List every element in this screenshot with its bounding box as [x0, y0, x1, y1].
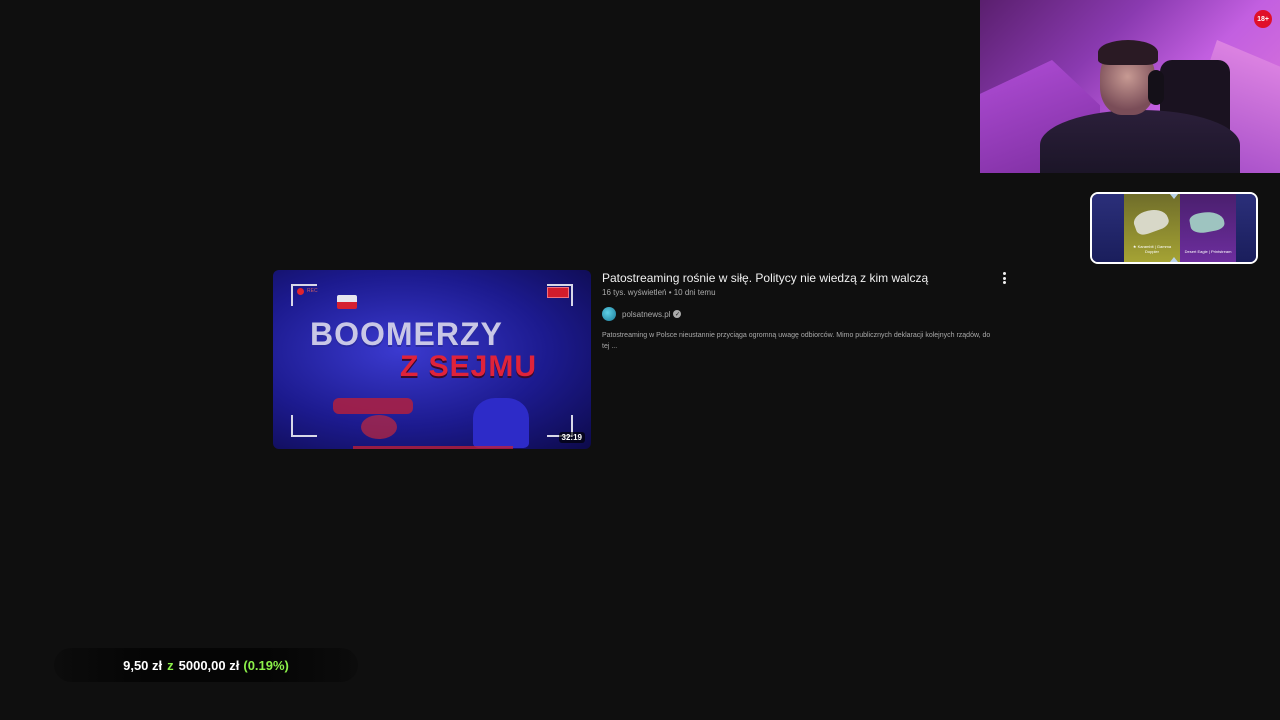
item-carousel: ★ Karambit | Gamma Doppler Desert Eagle …	[1090, 192, 1258, 264]
more-options-icon[interactable]	[999, 272, 1009, 284]
streamer-body	[1040, 110, 1240, 173]
carousel-item-caption: Desert Eagle | Printstream	[1184, 249, 1232, 254]
thumbnail-subheadline: Z SEJMU	[400, 350, 538, 383]
thumbnail-decor	[353, 446, 513, 449]
video-info: Patostreaming rośnie w siłę. Politycy ni…	[602, 270, 1002, 352]
channel-name[interactable]: polsatnews.pl	[622, 310, 670, 319]
video-thumbnail[interactable]: REC BOOMERZY Z SEJMU 32:19	[273, 270, 591, 449]
streamer-hair	[1098, 40, 1158, 65]
frame-corner	[291, 415, 317, 437]
battery-icon	[547, 287, 569, 298]
record-dot-icon	[297, 288, 304, 295]
goal-separator: z	[167, 657, 174, 673]
carousel-item	[1092, 194, 1124, 262]
upload-age: 10 dni temu	[673, 288, 716, 297]
polish-flag-icon	[337, 295, 357, 309]
carousel-item-caption: ★ Karambit | Gamma Doppler	[1132, 244, 1172, 254]
carousel-bottom-marker-icon	[1170, 257, 1178, 262]
donation-goal: 9,50 zł z 5000,00 zł (0.19%)	[54, 648, 358, 682]
verified-check-icon: ✓	[673, 310, 682, 318]
thumbnail-decor	[361, 415, 397, 439]
thumbnail-decor	[333, 398, 413, 414]
thumbnail-decor	[473, 398, 529, 448]
video-description: Patostreaming w Polsce nieustannie przyc…	[602, 332, 991, 350]
video-result[interactable]: REC BOOMERZY Z SEJMU 32:19 Patostreaming…	[273, 270, 1018, 450]
channel-avatar[interactable]	[602, 307, 616, 321]
carousel-item: Desert Eagle | Printstream	[1180, 194, 1236, 262]
video-duration: 32:19	[558, 432, 585, 443]
pistol-icon	[1188, 209, 1226, 235]
goal-current: 9,50 zł	[123, 657, 163, 673]
knife-icon	[1131, 204, 1171, 238]
carousel-top-marker-icon	[1170, 194, 1178, 199]
video-title[interactable]: Patostreaming rośnie w siłę. Politycy ni…	[602, 270, 1002, 286]
headset-icon	[1148, 70, 1164, 105]
meta-separator: •	[666, 288, 674, 297]
channel-row[interactable]: polsatnews.pl ✓	[602, 307, 1002, 321]
age-rating-badge: 18+	[1254, 10, 1272, 28]
carousel-item: ★ Karambit | Gamma Doppler	[1124, 194, 1180, 262]
thumbnail-headline: BOOMERZY	[310, 316, 503, 352]
carousel-item	[1236, 194, 1256, 262]
goal-target: 5000,00 zł	[178, 657, 240, 673]
view-count: 16 tys. wyświetleń	[602, 288, 667, 297]
goal-percent: (0.19%)	[243, 657, 289, 673]
rec-label: REC	[307, 288, 318, 294]
video-meta: 16 tys. wyświetleń • 10 dni temu	[602, 288, 1002, 297]
webcam-overlay: 18+	[980, 0, 1280, 173]
